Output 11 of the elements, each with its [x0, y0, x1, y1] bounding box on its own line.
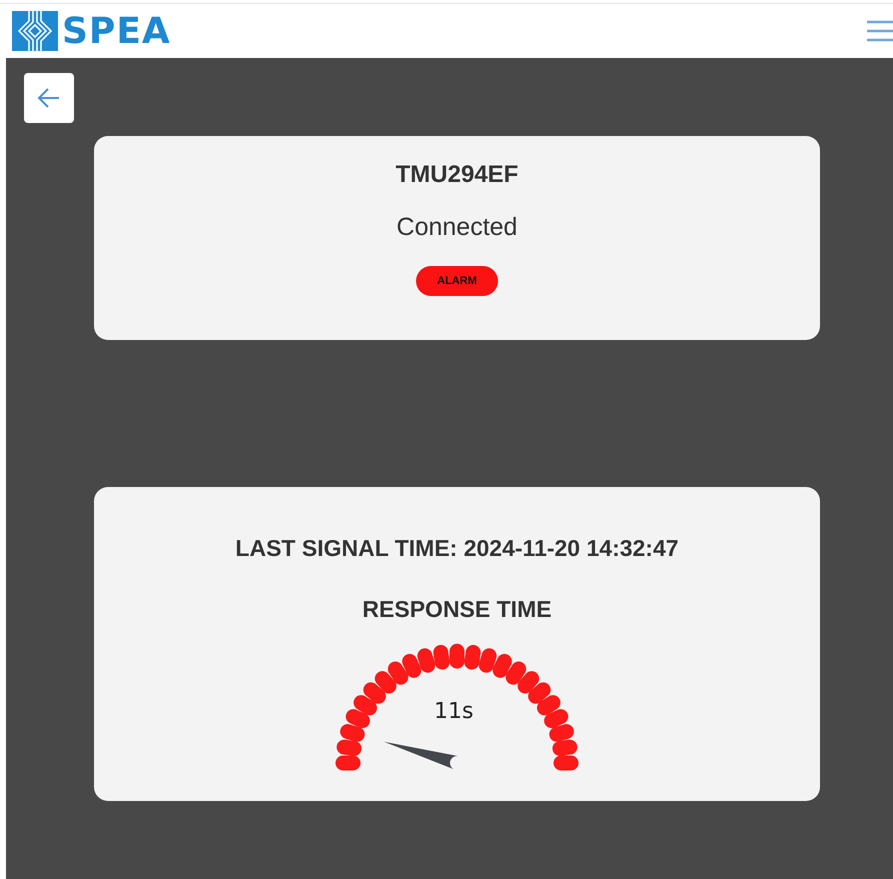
- logo-text: SPEA: [62, 10, 171, 52]
- gauge-reading: 11s: [434, 699, 474, 724]
- connection-status: Connected: [396, 213, 518, 242]
- gauge-title: RESPONSE TIME: [362, 596, 552, 623]
- status-badge: ALARM: [416, 266, 498, 296]
- logo-icon: [12, 11, 58, 51]
- back-arrow-icon: [37, 87, 61, 109]
- last-signal-time: LAST SIGNAL TIME: 2024-11-20 14:32:47: [235, 535, 679, 562]
- back-button[interactable]: [24, 73, 74, 123]
- menu-icon[interactable]: [867, 20, 893, 42]
- device-name: TMU294EF: [396, 161, 518, 189]
